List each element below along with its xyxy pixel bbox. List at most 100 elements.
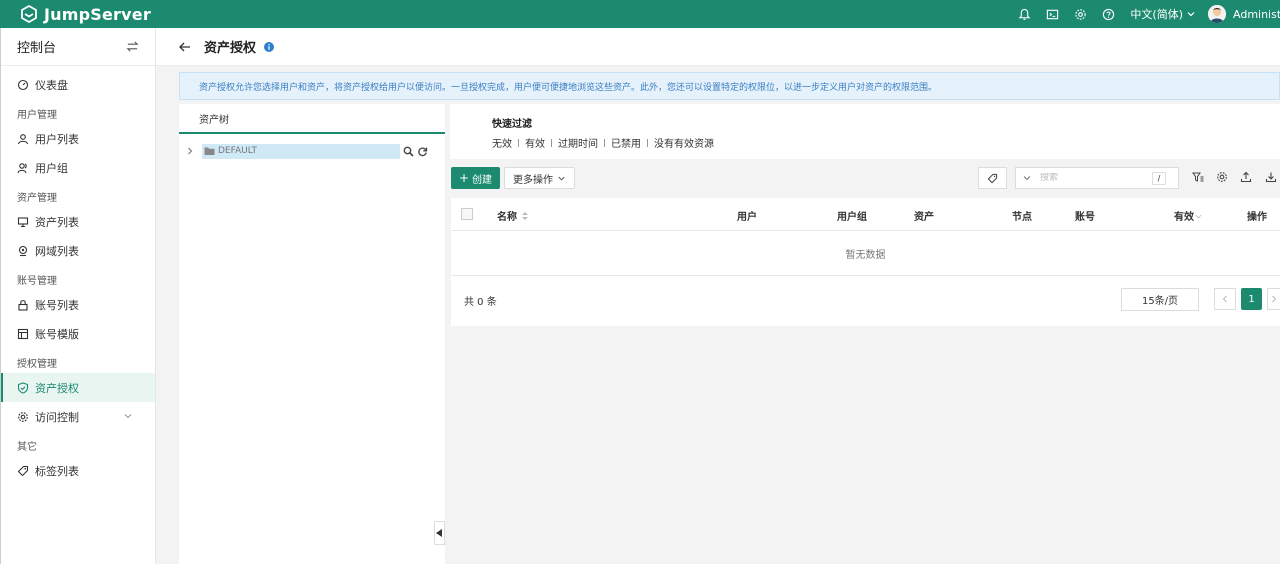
more-actions-label: 更多操作 (513, 174, 553, 186)
column-header-user: 用户 (737, 212, 757, 223)
filter-option-disabled[interactable]: 已禁用 (611, 135, 641, 150)
column-filter-button[interactable] (1191, 170, 1205, 184)
language-selector[interactable]: 中文(简体) (1130, 6, 1196, 22)
next-page-button[interactable] (1267, 288, 1280, 310)
collapse-tree-handle[interactable] (434, 521, 445, 545)
sidebar-group-asset-management: 资产管理 (17, 193, 57, 204)
sidebar-item-user-group[interactable]: 用户组 (1, 153, 155, 182)
settings-gear-icon[interactable] (1066, 0, 1094, 28)
empty-state: 暂无数据 (451, 231, 1280, 276)
chevron-down-icon[interactable] (1022, 173, 1032, 183)
table-footer: 共 0 条 15条/页 1 (451, 276, 1280, 324)
info-notice: 资产授权允许您选择用户和资产，将资产授权给用户以便访问。一旦授权完成，用户便可便… (179, 72, 1280, 100)
sidebar-item-zone-list[interactable]: 网域列表 (1, 236, 155, 265)
search-box: / (1015, 167, 1179, 189)
sidebar-item-asset-permission[interactable]: 资产授权 (1, 373, 155, 402)
sidebar-item-label: 仪表盘 (35, 78, 68, 92)
sidebar-item-label: 用户组 (35, 161, 68, 175)
filter-option-no-valid-resource[interactable]: 没有有效资源 (654, 135, 714, 150)
total-count: 共 0 条 (464, 297, 497, 308)
data-table: 名称 用户 用户组 资产 节点 账号 有效 操作 暂无数据 共 0 条 15条/… (451, 198, 1280, 326)
refresh-icon[interactable] (417, 146, 428, 157)
sidebar-group-user-management: 用户管理 (17, 110, 57, 121)
terminal-icon[interactable] (1038, 0, 1066, 28)
asset-tree-panel: 资产树 DEFAULT (179, 104, 445, 564)
sidebar-group-other: 其它 (17, 442, 37, 453)
search-input[interactable] (1040, 173, 1150, 183)
user-avatar[interactable] (1208, 5, 1226, 23)
chevron-right-icon (1272, 295, 1277, 303)
template-icon (17, 328, 29, 339)
sidebar-item-label: 账号模版 (35, 327, 79, 341)
column-label: 名称 (497, 212, 517, 223)
table-settings-button[interactable] (1215, 170, 1229, 184)
column-header-account: 账号 (1075, 212, 1095, 223)
expand-caret-icon[interactable] (185, 146, 195, 156)
sidebar: 控制台 仪表盘 用户管理 用户列表 用户组 资产管理 资产列表 网域列表 账号管… (0, 28, 156, 564)
chevron-down-icon (558, 176, 565, 181)
sort-icon (522, 211, 528, 220)
chevron-down-icon (124, 414, 132, 419)
shield-icon (17, 381, 29, 394)
page-number-1[interactable]: 1 (1241, 288, 1262, 310)
select-all-checkbox[interactable] (461, 208, 473, 220)
sidebar-item-label: 资产授权 (35, 381, 79, 395)
sidebar-item-account-template[interactable]: 账号模版 (1, 319, 155, 348)
app-logo[interactable]: JumpServer (20, 5, 151, 24)
chevron-down-icon (1187, 12, 1195, 17)
prev-page-button[interactable] (1214, 288, 1236, 310)
column-header-node: 节点 (1012, 212, 1032, 223)
tree-node-default[interactable]: DEFAULT (202, 143, 400, 159)
folder-icon (204, 147, 215, 155)
export-button[interactable] (1264, 170, 1278, 184)
sidebar-item-tag-list[interactable]: 标签列表 (1, 456, 155, 485)
lock-icon (18, 299, 28, 311)
chevron-down-icon (1195, 214, 1202, 218)
sidebar-title: 控制台 (17, 41, 57, 56)
column-header-name[interactable]: 名称 (497, 208, 529, 223)
user-name[interactable]: Administrator (1233, 8, 1280, 21)
page-size-select[interactable]: 15条/页 (1121, 288, 1199, 311)
help-icon[interactable] (1094, 0, 1122, 28)
notice-text: 资产授权允许您选择用户和资产，将资产授权给用户以便访问。一旦授权完成，用户便可便… (199, 82, 938, 93)
create-button[interactable]: + 创建 (451, 167, 500, 189)
sidebar-group-permission-management: 授权管理 (17, 359, 57, 370)
gear-icon (1217, 172, 1227, 182)
sidebar-group-account-management: 账号管理 (17, 276, 57, 287)
import-button[interactable] (1239, 170, 1253, 184)
tag-icon (17, 465, 29, 476)
filter-option-valid[interactable]: 有效 (525, 135, 545, 150)
tab-asset-tree[interactable]: 资产树 (179, 104, 445, 134)
quick-filter-options: 无效 有效 过期时间 已禁用 没有有效资源 (492, 135, 714, 150)
dashboard-icon (17, 79, 29, 90)
caret-left-icon (436, 529, 442, 537)
sidebar-item-label: 账号列表 (35, 298, 79, 312)
upload-icon (1240, 171, 1252, 183)
quick-filter-panel: 快速过滤 无效 有效 过期时间 已禁用 没有有效资源 (450, 104, 1280, 159)
filter-option-invalid[interactable]: 无效 (492, 135, 512, 150)
sidebar-item-dashboard[interactable]: 仪表盘 (1, 70, 155, 99)
sidebar-item-asset-list[interactable]: 资产列表 (1, 207, 155, 236)
language-label: 中文(简体) (1130, 8, 1183, 21)
search-icon[interactable] (403, 146, 414, 157)
column-header-valid[interactable]: 有效 (1174, 208, 1202, 223)
notification-bell-icon[interactable] (1010, 0, 1038, 28)
top-bar: JumpServer 中文(简体) Administrator (0, 0, 1280, 28)
app-name: JumpServer (44, 4, 151, 24)
page-header: 资产授权 (156, 28, 1280, 66)
switch-view-icon[interactable] (126, 40, 139, 53)
info-icon[interactable] (264, 41, 275, 52)
sidebar-item-user-list[interactable]: 用户列表 (1, 124, 155, 153)
column-header-user-group: 用户组 (837, 212, 867, 223)
tab-label: 资产树 (199, 114, 229, 126)
sidebar-item-label: 访问控制 (35, 410, 79, 424)
filter-option-expired[interactable]: 过期时间 (558, 135, 598, 150)
tag-filter-button[interactable] (978, 167, 1007, 189)
sidebar-item-access-control[interactable]: 访问控制 (1, 402, 155, 431)
shortcut-hint: / (1152, 171, 1166, 185)
back-arrow-icon[interactable] (178, 40, 192, 54)
sidebar-item-account-list[interactable]: 账号列表 (1, 290, 155, 319)
more-actions-button[interactable]: 更多操作 (504, 167, 575, 189)
plus-icon: + (458, 171, 470, 185)
monitor-icon (17, 216, 29, 227)
